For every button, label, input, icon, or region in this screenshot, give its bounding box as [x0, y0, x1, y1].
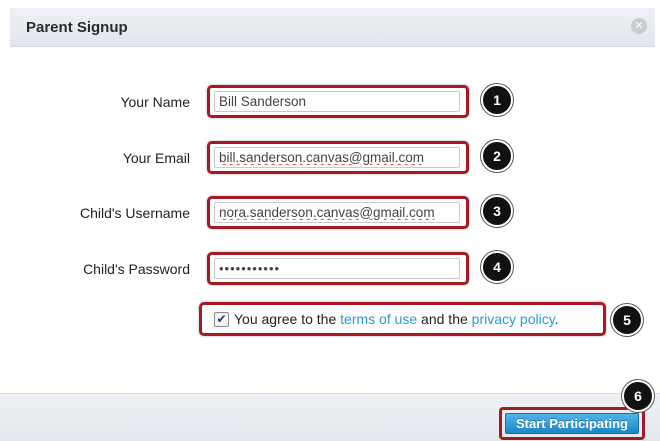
- password-label: Child's Password: [83, 261, 190, 277]
- callout-1: 1: [481, 84, 513, 116]
- privacy-policy-link[interactable]: privacy policy: [472, 311, 555, 327]
- close-icon[interactable]: ✕: [631, 18, 647, 34]
- name-input[interactable]: [214, 91, 460, 112]
- dialog-titlebar: Parent Signup ✕: [10, 8, 655, 47]
- username-field-highlight: [207, 196, 469, 229]
- password-input[interactable]: [214, 258, 460, 279]
- agreement-middle: and the: [417, 311, 472, 327]
- email-field-highlight: [207, 141, 469, 174]
- username-input[interactable]: [214, 202, 460, 223]
- agree-checkbox[interactable]: ✔: [214, 312, 229, 327]
- username-label: Child's Username: [79, 205, 190, 221]
- submit-button-highlight: Start Participating: [499, 407, 645, 440]
- agreement-suffix: .: [554, 311, 559, 327]
- callout-6: 6: [622, 380, 654, 412]
- email-input[interactable]: [214, 147, 460, 168]
- agreement-highlight: ✔ You agree to the terms of use and the …: [199, 302, 606, 336]
- agreement-text: You agree to the terms of use and the pr…: [234, 311, 559, 327]
- terms-of-use-link[interactable]: terms of use: [340, 311, 417, 327]
- agreement-prefix: You agree to the: [234, 311, 341, 327]
- dialog-title: Parent Signup: [26, 19, 128, 36]
- name-field-highlight: [207, 85, 469, 118]
- callout-4: 4: [481, 251, 513, 283]
- start-participating-button[interactable]: Start Participating: [505, 413, 639, 434]
- callout-2: 2: [481, 140, 513, 172]
- callout-5: 5: [611, 304, 643, 336]
- email-label: Your Email: [122, 150, 190, 166]
- callout-3: 3: [481, 195, 513, 227]
- parent-signup-dialog: Parent Signup ✕ Your Name 1 Your Email 2…: [0, 0, 660, 441]
- name-label: Your Name: [120, 94, 190, 110]
- password-field-highlight: [207, 252, 469, 285]
